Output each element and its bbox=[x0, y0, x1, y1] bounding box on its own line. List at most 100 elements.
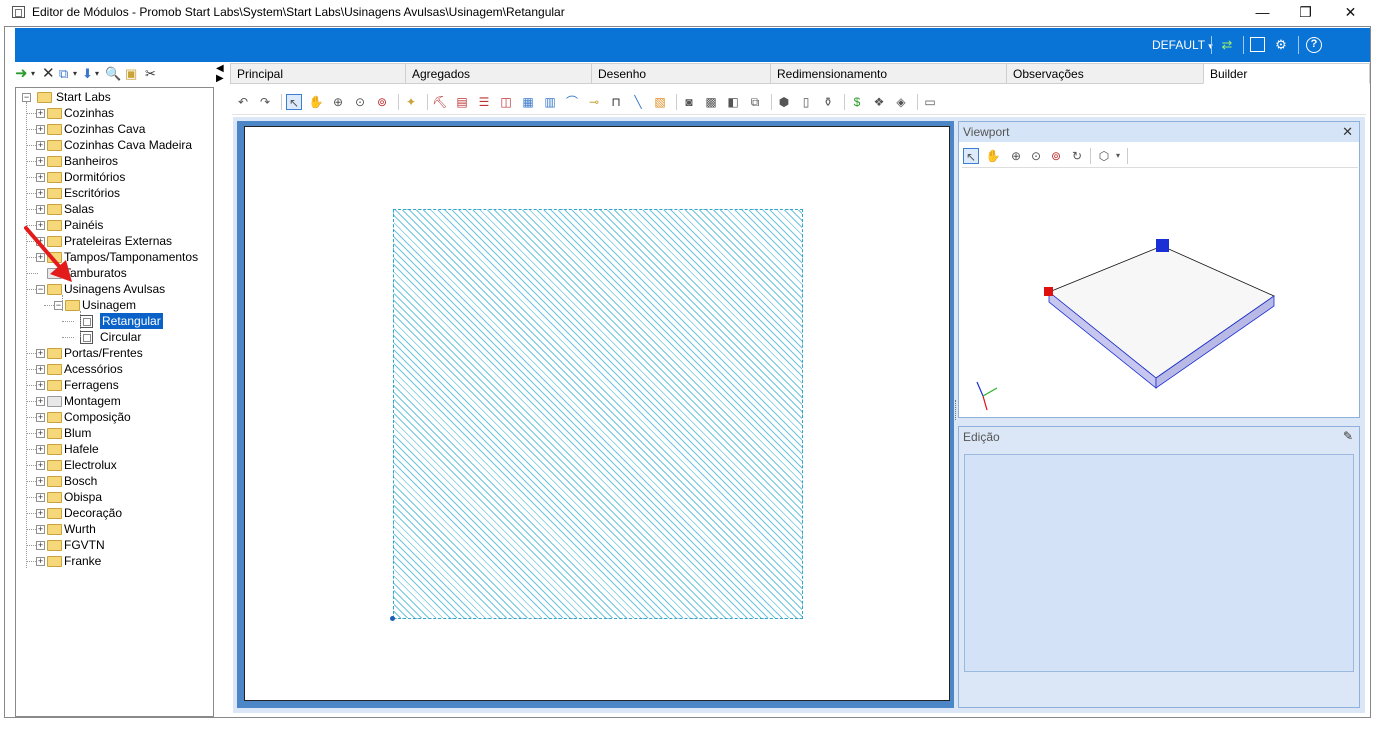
blue-handle[interactable] bbox=[1156, 239, 1169, 252]
material-icon[interactable]: ⚱ bbox=[820, 94, 836, 110]
zoom-in-icon[interactable]: ⊕ bbox=[1008, 148, 1024, 164]
tree-item-franke[interactable]: + Franke bbox=[16, 553, 214, 569]
undo-icon[interactable]: ↶ bbox=[235, 94, 251, 110]
frame-icon[interactable]: ⊓ bbox=[608, 94, 624, 110]
zoom-in-icon[interactable]: ⊕ bbox=[330, 94, 346, 110]
tree-item-bosch[interactable]: + Bosch bbox=[16, 473, 214, 489]
cabinet-icon[interactable]: ▯ bbox=[798, 94, 814, 110]
expand-toggle-icon[interactable]: + bbox=[36, 365, 45, 374]
tree-item-wurth[interactable]: + Wurth bbox=[16, 521, 214, 537]
tree-item-retangular[interactable]: Retangular bbox=[16, 313, 214, 329]
door-icon[interactable]: ▥ bbox=[542, 94, 558, 110]
settings-icon[interactable]: ⚙ bbox=[1273, 37, 1289, 53]
expand-toggle-icon[interactable]: + bbox=[36, 445, 45, 454]
expand-toggle-icon[interactable]: + bbox=[36, 381, 45, 390]
tree-item-acess-rios[interactable]: + Acessórios bbox=[16, 361, 214, 377]
expand-toggle-icon[interactable]: + bbox=[36, 141, 45, 150]
tree-item-composi-o[interactable]: + Composição bbox=[16, 409, 214, 425]
tab-agregados[interactable]: Agregados bbox=[405, 63, 592, 84]
tree-item-montagem[interactable]: + Montagem bbox=[16, 393, 214, 409]
expand-toggle-icon[interactable]: + bbox=[36, 493, 45, 502]
hinge-icon[interactable]: ⊸ bbox=[586, 94, 602, 110]
tree-item-ferragens[interactable]: + Ferragens bbox=[16, 377, 214, 393]
expand-toggle-icon[interactable]: + bbox=[36, 349, 45, 358]
redo-icon[interactable]: ↷ bbox=[257, 94, 273, 110]
tree-item-salas[interactable]: + Salas bbox=[16, 201, 214, 217]
pan-hand-icon[interactable]: ✋ bbox=[308, 94, 324, 110]
chevron-down-icon[interactable]: ▾ bbox=[73, 66, 77, 82]
chevron-down-icon[interactable]: ▾ bbox=[1110, 148, 1126, 164]
tree-item-decora-o[interactable]: + Decoração bbox=[16, 505, 214, 521]
split-icon[interactable]: ◧ bbox=[725, 94, 741, 110]
expand-toggle-icon[interactable]: + bbox=[36, 157, 45, 166]
expand-toggle-icon[interactable]: − bbox=[36, 285, 45, 294]
zoom-window-icon[interactable]: ⊙ bbox=[352, 94, 368, 110]
expand-toggle-icon[interactable]: + bbox=[36, 477, 45, 486]
tag-icon[interactable]: ◈ bbox=[893, 94, 909, 110]
new-element-icon[interactable]: ✦ bbox=[403, 94, 419, 110]
close-button[interactable]: ✕ bbox=[1328, 0, 1373, 26]
price-icon[interactable]: $ bbox=[849, 94, 865, 110]
tab-desenho[interactable]: Desenho bbox=[591, 63, 771, 84]
rectangular-machining-shape[interactable] bbox=[393, 209, 803, 619]
tab-redimensionamento[interactable]: Redimensionamento bbox=[770, 63, 1007, 84]
tree-item-fgvtn[interactable]: + FGVTN bbox=[16, 537, 214, 553]
tree-item-escrit-rios[interactable]: + Escritórios bbox=[16, 185, 214, 201]
back-icon[interactable]: ➜ bbox=[15, 66, 28, 82]
group-icon[interactable]: ⧉ bbox=[747, 94, 763, 110]
zoom-window-icon[interactable]: ⊙ bbox=[1028, 148, 1044, 164]
tab-builder[interactable]: Builder bbox=[1203, 63, 1370, 84]
expand-toggle-icon[interactable]: + bbox=[36, 509, 45, 518]
array-icon[interactable]: ▧ bbox=[652, 94, 668, 110]
pin-icon[interactable]: ✎ bbox=[1343, 429, 1353, 443]
drill-icon[interactable]: ⛏ bbox=[432, 94, 448, 110]
delete-icon[interactable]: ✕ bbox=[42, 66, 55, 82]
tree-item-cozinhas[interactable]: + Cozinhas bbox=[16, 105, 214, 121]
expand-toggle-icon[interactable]: + bbox=[36, 461, 45, 470]
tree-item-obispa[interactable]: + Obispa bbox=[16, 489, 214, 505]
expand-toggle-icon[interactable]: + bbox=[36, 541, 45, 550]
expand-toggle-icon[interactable]: + bbox=[36, 525, 45, 534]
tree-item-hafele[interactable]: + Hafele bbox=[16, 441, 214, 457]
tree-item-electrolux[interactable]: + Electrolux bbox=[16, 457, 214, 473]
refresh-icon[interactable]: ⇄ bbox=[1219, 37, 1235, 53]
cube-icon[interactable]: ⬢ bbox=[776, 94, 792, 110]
expand-toggle-icon[interactable]: + bbox=[36, 125, 45, 134]
expand-toggle-icon[interactable]: + bbox=[36, 173, 45, 182]
expand-toggle-icon[interactable]: + bbox=[36, 397, 45, 406]
minimize-button[interactable]: — bbox=[1240, 0, 1285, 26]
tools-icon[interactable]: ✂ bbox=[145, 66, 156, 82]
red-handle[interactable] bbox=[1044, 287, 1053, 296]
horizontal-divider-icon[interactable]: ☰ bbox=[476, 94, 492, 110]
vertical-divider-icon[interactable]: ◫ bbox=[498, 94, 514, 110]
layout-icon[interactable] bbox=[1250, 37, 1265, 52]
find-icon[interactable]: 🔍 bbox=[105, 66, 121, 82]
curve-icon[interactable]: ⌒ bbox=[564, 94, 580, 110]
tree-item-cozinhas-cava[interactable]: + Cozinhas Cava bbox=[16, 121, 214, 137]
select-cursor-icon[interactable]: ↖ bbox=[963, 148, 979, 164]
3d-preview[interactable] bbox=[959, 168, 1359, 418]
tree-item-blum[interactable]: + Blum bbox=[16, 425, 214, 441]
copy-icon[interactable]: ⧉ bbox=[59, 66, 68, 82]
shelf-icon[interactable]: ▦ bbox=[520, 94, 536, 110]
expand-toggle-icon[interactable]: + bbox=[36, 189, 45, 198]
orbit-icon[interactable]: ↻ bbox=[1069, 148, 1085, 164]
expand-toggle-icon[interactable]: + bbox=[36, 413, 45, 422]
machining-icon[interactable]: ▤ bbox=[454, 94, 470, 110]
restore-button[interactable]: ❐ bbox=[1283, 0, 1328, 26]
expand-toggle-icon[interactable]: + bbox=[36, 205, 45, 214]
grid-icon[interactable]: ▩ bbox=[703, 94, 719, 110]
render-icon[interactable]: ◙ bbox=[681, 94, 697, 110]
help-icon[interactable]: ? bbox=[1306, 37, 1322, 53]
tab-principal[interactable]: Principal bbox=[230, 63, 406, 84]
tree-item-dormit-rios[interactable]: + Dormitórios bbox=[16, 169, 214, 185]
pan-hand-icon[interactable]: ✋ bbox=[985, 148, 1001, 164]
tree-item-circular[interactable]: Circular bbox=[16, 329, 214, 345]
zoom-extents-icon[interactable]: ⊚ bbox=[374, 94, 390, 110]
zoom-extents-icon[interactable]: ⊚ bbox=[1048, 148, 1064, 164]
chevron-down-icon[interactable]: ▾ bbox=[31, 66, 35, 82]
tree-item-cozinhas-cava-madeira[interactable]: + Cozinhas Cava Madeira bbox=[16, 137, 214, 153]
profile-dropdown[interactable]: DEFAULT ▾ bbox=[1152, 38, 1213, 52]
display-mode-icon[interactable]: ▭ bbox=[922, 94, 938, 110]
folder-refresh-icon[interactable]: ▣ bbox=[125, 66, 137, 82]
